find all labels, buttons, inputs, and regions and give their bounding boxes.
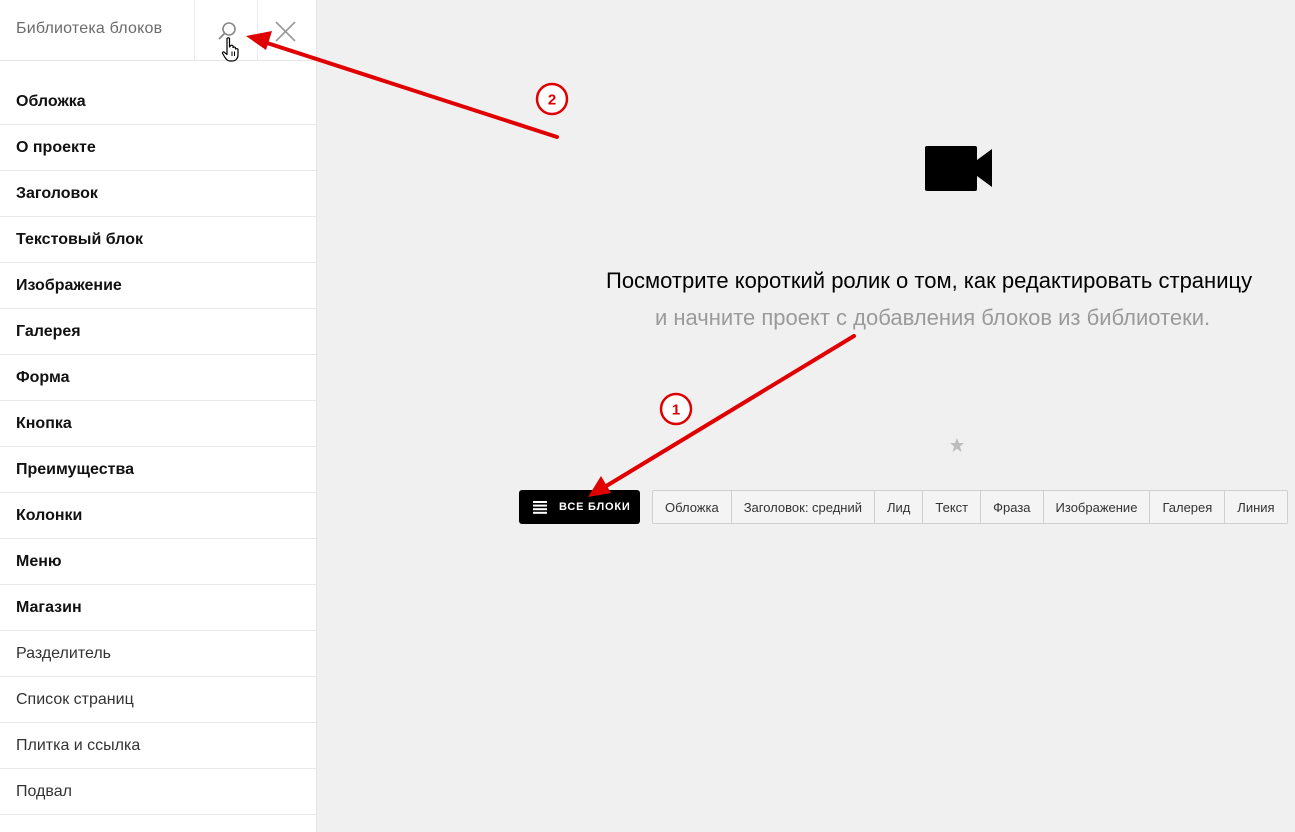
sidebar-item-label: Кнопка: [16, 415, 72, 432]
all-blocks-button[interactable]: ВСЕ БЛОКИ: [519, 490, 640, 524]
category-list: Обложка О проекте Заголовок Текстовый бл…: [0, 79, 316, 815]
sidebar-item-label: Преимущества: [16, 461, 134, 478]
sidebar-item-label: Список страниц: [16, 691, 134, 708]
sidebar-item-page-list[interactable]: Список страниц: [0, 677, 316, 723]
close-icon: [275, 21, 296, 42]
chip-gallery[interactable]: Галерея: [1149, 491, 1224, 523]
sidebar-item-label: Заголовок: [16, 185, 98, 202]
sidebar-item-label: Плитка и ссылка: [16, 737, 141, 754]
sidebar-item-text-block[interactable]: Текстовый блок: [0, 217, 316, 263]
sidebar-item-label: О проекте: [16, 139, 96, 156]
sidebar-item-tile-link[interactable]: Плитка и ссылка: [0, 723, 316, 769]
sidebar-item-label: Колонки: [16, 507, 83, 524]
sidebar-item-divider[interactable]: Разделитель: [0, 631, 316, 677]
quick-blocks-bar: Обложка Заголовок: средний Лид Текст Фра…: [652, 490, 1288, 524]
sidebar-header: Библиотека блоков: [0, 0, 316, 61]
sidebar-item-shop[interactable]: Магазин: [0, 585, 316, 631]
sidebar-title: Библиотека блоков: [16, 20, 163, 37]
sidebar-item-menu[interactable]: Меню: [0, 539, 316, 585]
chip-image[interactable]: Изображение: [1042, 491, 1150, 523]
chip-text[interactable]: Текст: [922, 491, 980, 523]
sidebar-item-label: Изображение: [16, 277, 122, 294]
video-camera-icon: [925, 146, 992, 191]
sidebar-item-features[interactable]: Преимущества: [0, 447, 316, 493]
sidebar-item-heading[interactable]: Заголовок: [0, 171, 316, 217]
sidebar-item-form[interactable]: Форма: [0, 355, 316, 401]
chip-heading-medium[interactable]: Заголовок: средний: [730, 491, 874, 523]
sidebar-item-gallery[interactable]: Галерея: [0, 309, 316, 355]
block-library-sidebar: Библиотека блоков Обложка О проекте Заго…: [0, 0, 317, 832]
sidebar-item-cover[interactable]: Обложка: [0, 79, 316, 125]
chip-lead[interactable]: Лид: [874, 491, 922, 523]
sidebar-item-label: Магазин: [16, 599, 82, 616]
close-button[interactable]: [257, 0, 316, 60]
chip-phrase[interactable]: Фраза: [980, 491, 1042, 523]
sidebar-item-label: Разделитель: [16, 645, 112, 662]
sidebar-item-footer[interactable]: Подвал: [0, 769, 316, 815]
video-tutorial-button[interactable]: [925, 145, 993, 198]
sidebar-item-label: Меню: [16, 553, 62, 570]
sidebar-item-button[interactable]: Кнопка: [0, 401, 316, 447]
search-button[interactable]: [194, 0, 258, 60]
favorites-button[interactable]: [949, 437, 965, 458]
star-icon: [950, 438, 964, 452]
search-icon: [218, 22, 236, 40]
sidebar-item-label: Форма: [16, 369, 70, 386]
sidebar-item-columns[interactable]: Колонки: [0, 493, 316, 539]
sidebar-item-label: Подвал: [16, 783, 72, 800]
editor-canvas: Посмотрите короткий ролик о том, как ред…: [317, 0, 1295, 832]
chip-cover[interactable]: Обложка: [653, 491, 731, 523]
sidebar-item-label: Галерея: [16, 323, 81, 340]
sidebar-item-label: Обложка: [16, 93, 86, 110]
tutorial-headline: Посмотрите короткий ролик о том, как ред…: [606, 268, 1253, 293]
chip-line[interactable]: Линия: [1224, 491, 1286, 523]
sidebar-item-about[interactable]: О проекте: [0, 125, 316, 171]
sidebar-item-label: Текстовый блок: [16, 231, 143, 248]
list-icon: [533, 501, 547, 514]
tutorial-subline: и начните проект с добавления блоков из …: [655, 305, 1211, 330]
all-blocks-label: ВСЕ БЛОКИ: [559, 501, 631, 513]
sidebar-item-image[interactable]: Изображение: [0, 263, 316, 309]
